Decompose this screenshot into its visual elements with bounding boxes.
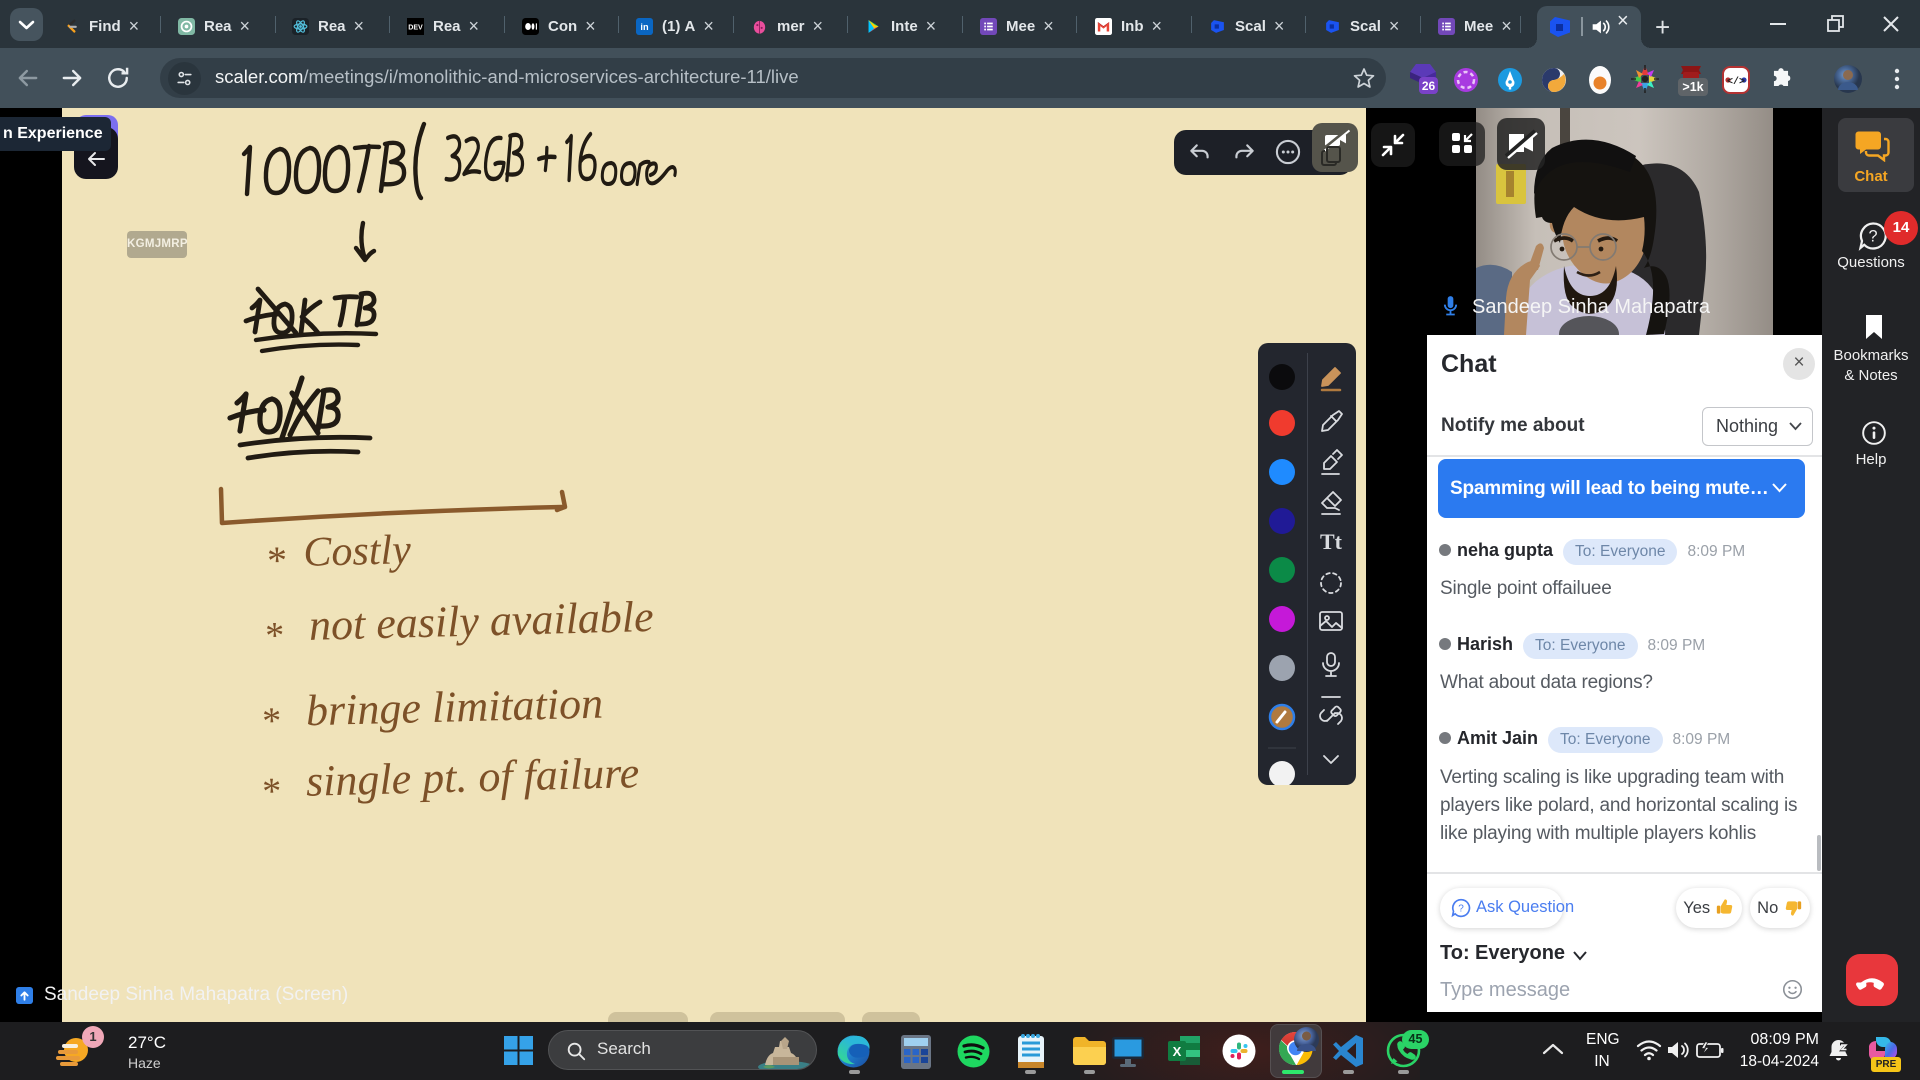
svg-text:Tt: Tt (1320, 529, 1343, 554)
svg-text:in: in (640, 22, 649, 32)
svg-text:>1k: >1k (1682, 80, 1703, 94)
svg-text:DEV: DEV (408, 23, 423, 31)
svg-text:?: ? (1868, 228, 1877, 246)
svg-text:X: X (1173, 1044, 1182, 1059)
svg-text:26: 26 (1422, 79, 1436, 93)
svg-text:</>: </> (1727, 76, 1745, 88)
svg-text:?: ? (1458, 903, 1464, 914)
